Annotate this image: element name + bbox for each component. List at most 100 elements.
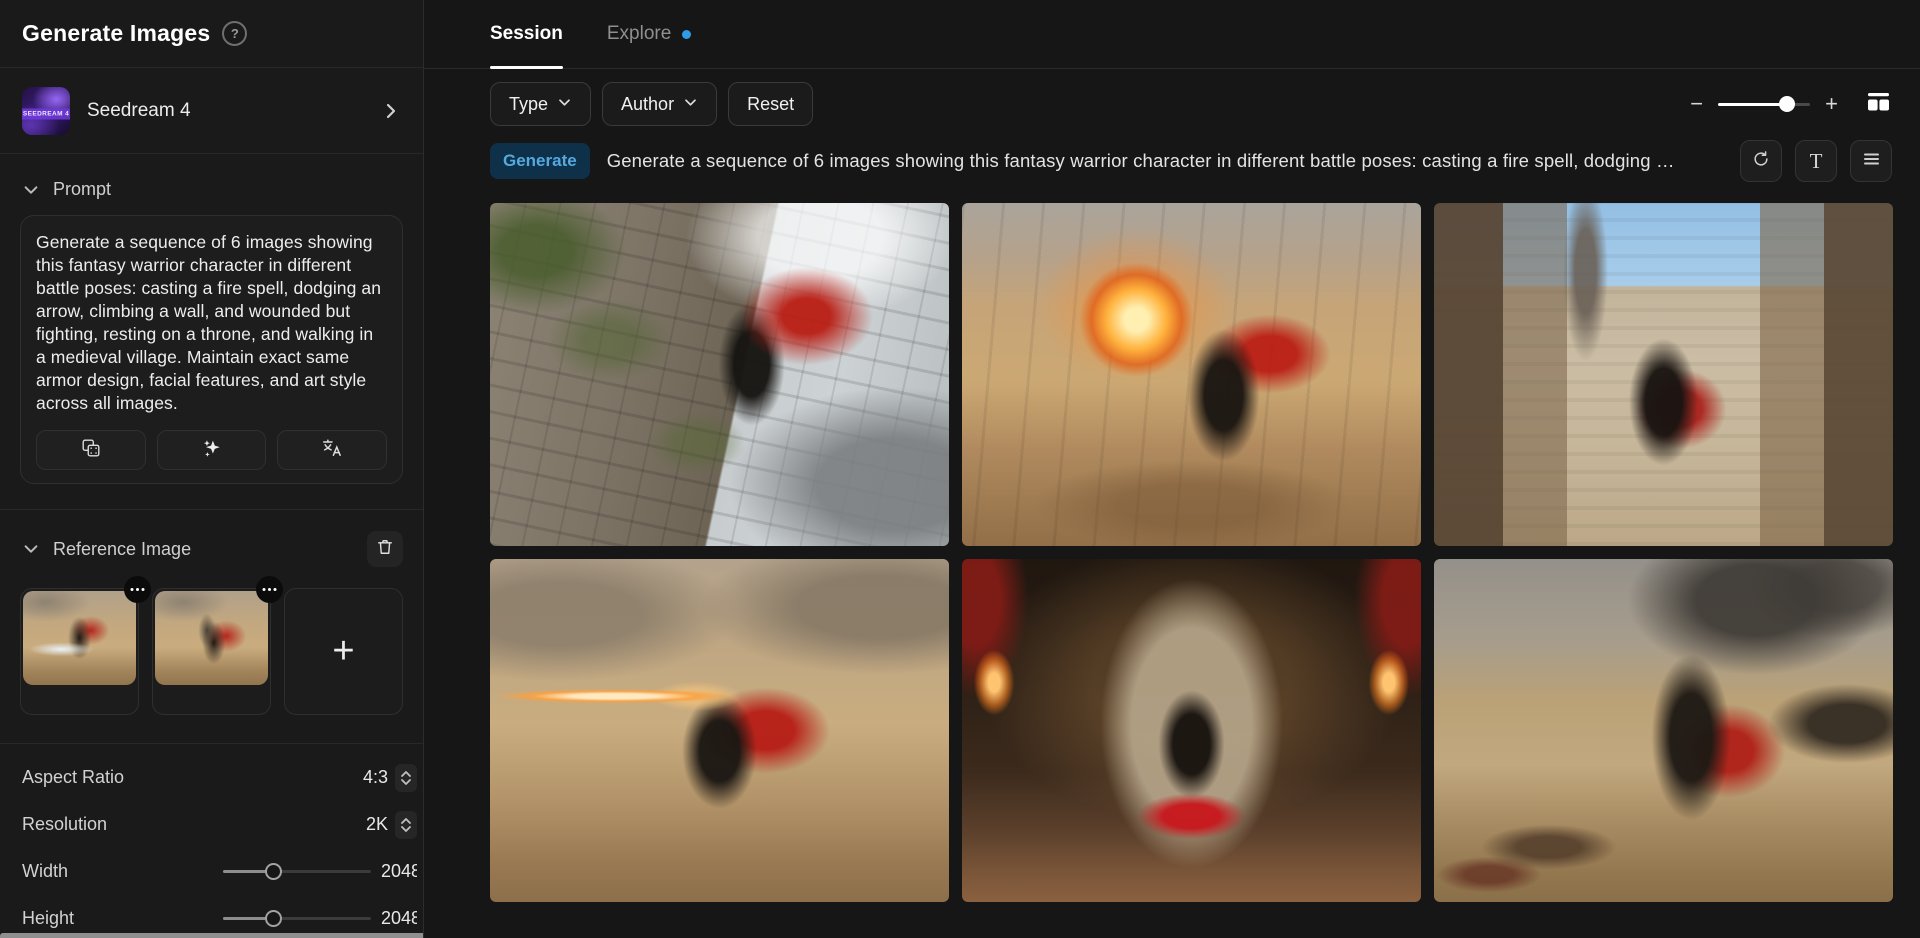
type-filter-button[interactable]: Type [490, 82, 591, 126]
reference-thumbnail-2[interactable] [152, 588, 271, 715]
resolution-label: Resolution [22, 814, 366, 835]
generated-image-5[interactable] [962, 559, 1421, 902]
zoom-out-button[interactable]: − [1690, 93, 1703, 115]
trash-icon [375, 537, 395, 562]
zoom-in-button[interactable]: + [1825, 93, 1838, 115]
text-icon: T [1810, 149, 1823, 174]
width-slider[interactable] [223, 863, 371, 880]
prompt-text[interactable]: Generate a sequence of 6 images showing … [36, 231, 387, 415]
reference-1-more-button[interactable] [124, 576, 151, 603]
generation-entry-row[interactable]: Generate Generate a sequence of 6 images… [424, 126, 1920, 182]
refresh-icon [1751, 149, 1771, 174]
main-panel: Session Explore Type Author Reset [424, 0, 1920, 938]
tab-explore-label: Explore [607, 23, 671, 45]
reset-filters-button[interactable]: Reset [728, 82, 813, 126]
grid-layout-button[interactable] [1865, 89, 1892, 120]
prompt-editor[interactable]: Generate a sequence of 6 images showing … [20, 215, 403, 484]
size-slider[interactable] [1718, 96, 1810, 112]
slider-knob[interactable] [265, 863, 282, 880]
resolution-value: 2K [366, 814, 388, 835]
aspect-ratio-stepper[interactable] [395, 764, 417, 792]
grid-layout-icon [1865, 89, 1892, 120]
sparkles-icon [201, 437, 223, 464]
model-selector[interactable]: SEEDREAM 4 Seedream 4 [0, 68, 423, 154]
delete-references-button[interactable] [367, 531, 403, 567]
height-label: Height [22, 908, 223, 929]
chevron-right-icon [381, 101, 401, 121]
chevron-down-icon [557, 94, 572, 115]
slider-knob[interactable] [1779, 96, 1795, 112]
height-slider[interactable] [223, 910, 371, 927]
reference-image-section: Reference Image [0, 510, 423, 744]
reference-thumbnail-1[interactable] [20, 588, 139, 715]
author-filter-label: Author [621, 94, 674, 115]
help-icon[interactable]: ? [222, 21, 247, 46]
height-value: 2048 [381, 908, 417, 929]
reference-image-1[interactable] [23, 591, 136, 685]
type-filter-label: Type [509, 94, 548, 115]
notification-dot [682, 30, 691, 39]
prompt-toolbar [36, 430, 387, 470]
tab-explore[interactable]: Explore [607, 0, 691, 68]
dice-icon [80, 437, 102, 464]
generated-image-4[interactable] [490, 559, 949, 902]
chevron-down-icon [683, 94, 698, 115]
chevron-down-icon [22, 181, 40, 199]
generation-params: Aspect Ratio 4:3 Resolution 2K Width [0, 744, 423, 938]
more-options-icon [268, 588, 271, 591]
aspect-ratio-label: Aspect Ratio [22, 767, 363, 788]
add-reference-button[interactable]: + [284, 588, 403, 715]
reference-section-label: Reference Image [53, 539, 191, 560]
generated-image-6[interactable] [1434, 559, 1893, 902]
aspect-ratio-value: 4:3 [363, 767, 388, 788]
translate-icon [321, 437, 343, 464]
random-prompt-button[interactable] [36, 430, 146, 470]
app-window: Generate Images ? SEEDREAM 4 Seedream 4 … [0, 0, 1920, 938]
prompt-section-header[interactable]: Prompt [0, 154, 423, 200]
generated-images-grid [490, 203, 1892, 902]
settings-sidebar: Generate Images ? SEEDREAM 4 Seedream 4 … [0, 0, 424, 938]
author-filter-button[interactable]: Author [602, 82, 717, 126]
tab-session[interactable]: Session [490, 0, 563, 68]
text-view-button[interactable]: T [1795, 140, 1837, 182]
reference-section-header[interactable]: Reference Image [0, 510, 423, 567]
more-options-icon [136, 588, 139, 591]
model-thumbnail: SEEDREAM 4 [22, 87, 70, 135]
regenerate-button[interactable] [1740, 140, 1782, 182]
resolution-row: Resolution 2K [0, 801, 423, 848]
horizontal-scrollbar[interactable] [0, 933, 424, 938]
generate-badge[interactable]: Generate [490, 143, 590, 179]
page-title: Generate Images [22, 20, 210, 47]
chevron-down-icon [22, 540, 40, 558]
prompt-section: Prompt Generate a sequence of 6 images s… [0, 154, 423, 510]
width-value: 2048 [381, 861, 417, 882]
enhance-prompt-button[interactable] [157, 430, 267, 470]
filter-toolbar: Type Author Reset − [424, 69, 1920, 126]
slider-knob[interactable] [265, 910, 282, 927]
list-view-button[interactable] [1850, 140, 1892, 182]
reference-thumbnails: + [0, 567, 423, 743]
view-tabs: Session Explore [424, 0, 1920, 69]
width-row: Width 2048 [0, 848, 423, 895]
slider-fill [1718, 103, 1787, 106]
generation-prompt-summary[interactable]: Generate a sequence of 6 images showing … [607, 150, 1723, 172]
generated-image-2[interactable] [962, 203, 1421, 546]
sidebar-header: Generate Images ? [0, 0, 423, 68]
thumbnail-size-control: − + [1690, 89, 1892, 120]
resolution-stepper[interactable] [395, 811, 417, 839]
generated-image-3[interactable] [1434, 203, 1893, 546]
reset-label: Reset [747, 94, 794, 115]
prompt-section-label: Prompt [53, 179, 111, 200]
model-name: Seedream 4 [87, 100, 364, 122]
reference-2-more-button[interactable] [256, 576, 283, 603]
menu-icon [1863, 152, 1880, 171]
translate-prompt-button[interactable] [277, 430, 387, 470]
width-label: Width [22, 861, 223, 882]
model-thumbnail-label: SEEDREAM 4 [22, 109, 70, 120]
reference-image-2[interactable] [155, 591, 268, 685]
height-row: Height 2048 [0, 895, 423, 938]
generated-image-1[interactable] [490, 203, 949, 546]
tab-session-label: Session [490, 23, 563, 45]
plus-icon: + [285, 589, 402, 714]
aspect-ratio-row: Aspect Ratio 4:3 [0, 754, 423, 801]
